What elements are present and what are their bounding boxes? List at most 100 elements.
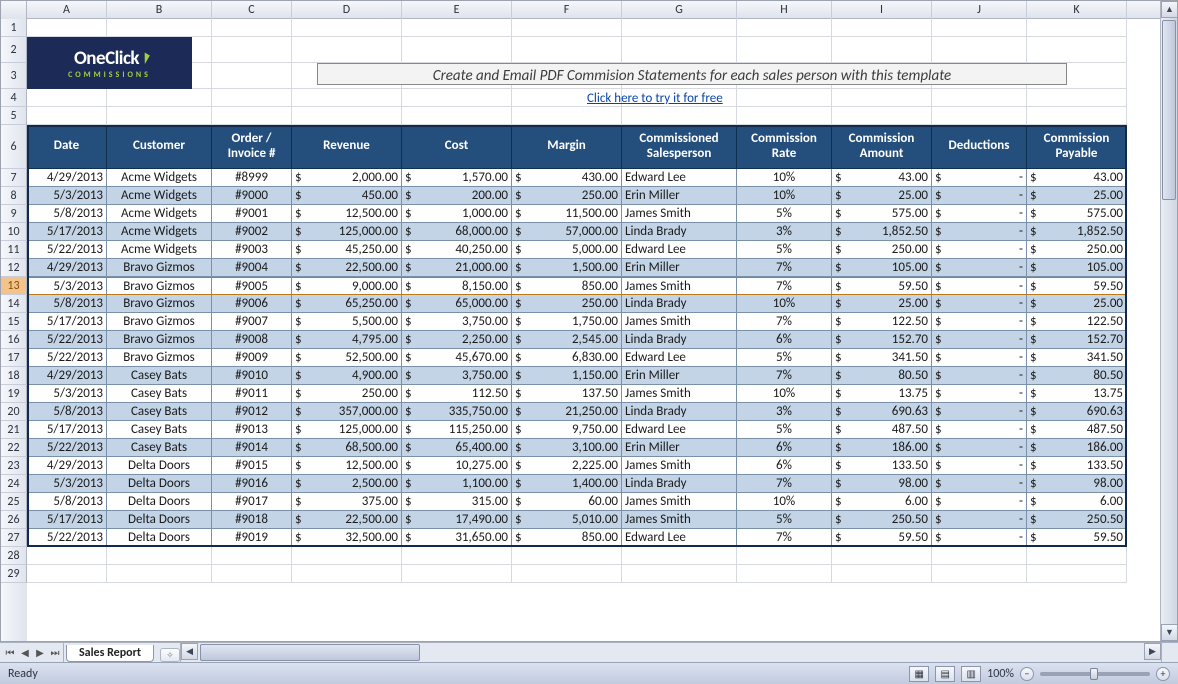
cell[interactable]: 4/29/2013 bbox=[27, 259, 107, 277]
cell[interactable]: $21,000.00 bbox=[402, 259, 512, 277]
cell[interactable] bbox=[212, 63, 292, 89]
cell[interactable]: 7% bbox=[737, 367, 832, 385]
sheet-tab[interactable]: Sales Report bbox=[66, 645, 154, 662]
cell[interactable]: $250.00 bbox=[512, 295, 622, 313]
table-header[interactable]: Date bbox=[27, 125, 107, 169]
cell[interactable] bbox=[512, 19, 622, 37]
cell[interactable]: $1,400.00 bbox=[512, 475, 622, 493]
cell[interactable] bbox=[622, 19, 737, 37]
view-page-break-icon[interactable]: ▥ bbox=[961, 666, 981, 682]
cell[interactable]: $- bbox=[932, 259, 1027, 277]
cell[interactable] bbox=[212, 37, 292, 63]
column-header-I[interactable]: I bbox=[832, 1, 932, 19]
cell[interactable]: $22,500.00 bbox=[292, 511, 402, 529]
cell[interactable]: $- bbox=[932, 313, 1027, 331]
row-header-23[interactable]: 23 bbox=[1, 457, 27, 475]
column-header-B[interactable]: B bbox=[107, 1, 212, 19]
zoom-in-button[interactable]: + bbox=[1156, 667, 1170, 681]
cell[interactable]: Delta Doors bbox=[107, 493, 212, 511]
cell[interactable]: 5/17/2013 bbox=[27, 511, 107, 529]
table-header[interactable]: Order / Invoice # bbox=[212, 125, 292, 169]
cell[interactable] bbox=[832, 547, 932, 565]
table-header[interactable]: Commissioned Salesperson bbox=[622, 125, 737, 169]
cell[interactable]: $315.00 bbox=[402, 493, 512, 511]
cell[interactable]: 7% bbox=[737, 259, 832, 277]
cell[interactable]: $- bbox=[932, 223, 1027, 241]
cell[interactable] bbox=[512, 547, 622, 565]
cell[interactable]: $125,000.00 bbox=[292, 421, 402, 439]
cell[interactable]: James Smith bbox=[622, 457, 737, 475]
cell[interactable]: $250.00 bbox=[292, 385, 402, 403]
cell[interactable]: $105.00 bbox=[832, 259, 932, 277]
cell[interactable]: $11,500.00 bbox=[512, 205, 622, 223]
cell[interactable]: $1,100.00 bbox=[402, 475, 512, 493]
cell[interactable]: $1,000.00 bbox=[402, 205, 512, 223]
cell[interactable] bbox=[402, 37, 512, 63]
cell[interactable]: $105.00 bbox=[1027, 259, 1127, 277]
row-header-15[interactable]: 15 bbox=[1, 313, 27, 331]
cell[interactable] bbox=[737, 547, 832, 565]
cell[interactable]: 4/29/2013 bbox=[27, 457, 107, 475]
cell[interactable]: 5/22/2013 bbox=[27, 439, 107, 457]
cell[interactable]: Erin Miller bbox=[622, 187, 737, 205]
column-header-F[interactable]: F bbox=[512, 1, 622, 19]
cell[interactable]: 5/22/2013 bbox=[27, 349, 107, 367]
cell[interactable]: Linda Brady bbox=[622, 295, 737, 313]
cell[interactable]: Delta Doors bbox=[107, 529, 212, 547]
tab-prev-icon[interactable]: ◀ bbox=[19, 646, 31, 660]
view-page-layout-icon[interactable]: ▤ bbox=[935, 666, 955, 682]
hscroll-thumb[interactable] bbox=[200, 644, 420, 661]
cell[interactable]: $80.50 bbox=[1027, 367, 1127, 385]
cell[interactable]: #9009 bbox=[212, 349, 292, 367]
cell[interactable]: $125,000.00 bbox=[292, 223, 402, 241]
cell[interactable]: $152.70 bbox=[832, 331, 932, 349]
cell[interactable]: $375.00 bbox=[292, 493, 402, 511]
cell[interactable]: #8999 bbox=[212, 169, 292, 187]
cell[interactable] bbox=[737, 19, 832, 37]
cell[interactable]: Edward Lee bbox=[622, 421, 737, 439]
cell[interactable]: 6% bbox=[737, 331, 832, 349]
cell[interactable]: Erin Miller bbox=[622, 439, 737, 457]
cell[interactable]: $- bbox=[932, 205, 1027, 223]
cell[interactable]: Delta Doors bbox=[107, 511, 212, 529]
tab-next-icon[interactable]: ▶ bbox=[34, 646, 46, 660]
cell[interactable]: $98.00 bbox=[1027, 475, 1127, 493]
row-header-14[interactable]: 14 bbox=[1, 295, 27, 313]
cell[interactable] bbox=[292, 37, 402, 63]
cell[interactable] bbox=[832, 37, 932, 63]
cell[interactable]: $4,795.00 bbox=[292, 331, 402, 349]
cell[interactable]: 6% bbox=[737, 439, 832, 457]
cell[interactable]: $43.00 bbox=[832, 169, 932, 187]
cell[interactable]: $575.00 bbox=[1027, 205, 1127, 223]
cell[interactable]: $3,100.00 bbox=[512, 439, 622, 457]
cell[interactable]: James Smith bbox=[622, 277, 737, 295]
scroll-up-button[interactable]: ▲ bbox=[1161, 1, 1178, 18]
row-header-19[interactable]: 19 bbox=[1, 385, 27, 403]
cell[interactable]: $122.50 bbox=[832, 313, 932, 331]
cell[interactable] bbox=[292, 107, 402, 125]
cell[interactable]: Casey Bats bbox=[107, 403, 212, 421]
cell[interactable] bbox=[512, 107, 622, 125]
zoom-out-button[interactable]: − bbox=[1020, 667, 1034, 681]
row-header-4[interactable]: 4 bbox=[1, 89, 27, 107]
cell[interactable] bbox=[832, 565, 932, 583]
cell[interactable]: 10% bbox=[737, 385, 832, 403]
cell[interactable]: Acme Widgets bbox=[107, 169, 212, 187]
cell[interactable]: $98.00 bbox=[832, 475, 932, 493]
cell[interactable] bbox=[212, 19, 292, 37]
cell[interactable]: 5/22/2013 bbox=[27, 331, 107, 349]
row-header-7[interactable]: 7 bbox=[1, 169, 27, 187]
cell[interactable] bbox=[27, 89, 107, 107]
cell[interactable] bbox=[402, 19, 512, 37]
cell[interactable]: $13.75 bbox=[1027, 385, 1127, 403]
cell[interactable]: $112.50 bbox=[402, 385, 512, 403]
cell[interactable]: $10,275.00 bbox=[402, 457, 512, 475]
row-header-6[interactable]: 6 bbox=[1, 125, 27, 169]
cell[interactable] bbox=[402, 565, 512, 583]
cell[interactable] bbox=[402, 547, 512, 565]
cell[interactable]: $6.00 bbox=[832, 493, 932, 511]
cell[interactable]: Delta Doors bbox=[107, 475, 212, 493]
cell[interactable]: $57,000.00 bbox=[512, 223, 622, 241]
row-header-25[interactable]: 25 bbox=[1, 493, 27, 511]
cell[interactable] bbox=[1027, 19, 1127, 37]
